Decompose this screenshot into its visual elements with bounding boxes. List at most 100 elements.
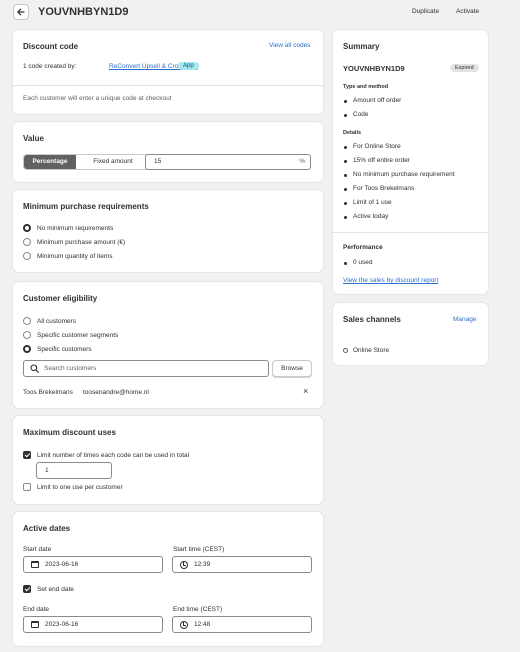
minimum-amount-label: Minimum purchase amount (€)	[37, 239, 126, 246]
performance-heading: Performance	[343, 244, 383, 251]
channel-status-icon	[343, 348, 348, 353]
fixed-amount-option[interactable]: Fixed amount	[76, 155, 150, 169]
sales-channels-card: Sales channels Manage Online Store	[333, 303, 488, 365]
limit-total-checkbox[interactable]	[23, 451, 31, 459]
end-time-value: 12:48	[194, 621, 211, 628]
value-amount-input[interactable]: 15 %	[145, 154, 311, 170]
start-time-input[interactable]: 12:39	[172, 556, 312, 573]
end-date-label: End date	[23, 606, 50, 613]
start-time-value: 12:39	[194, 561, 211, 568]
type-method-heading: Type and method	[343, 84, 389, 90]
bullet	[344, 114, 347, 117]
details-item: For Online Store	[353, 143, 401, 150]
maximum-uses-card: Maximum discount uses Limit number of ti…	[13, 416, 323, 504]
calendar-icon	[31, 561, 39, 568]
discount-code-card: Discount code View all codes 1 code crea…	[13, 30, 323, 114]
details-item: No minimum purchase requirement	[353, 171, 455, 178]
type-item: Code	[353, 111, 369, 118]
customer-eligibility-heading: Customer eligibility	[23, 294, 98, 303]
all-customers-label: All customers	[37, 318, 77, 325]
bullet	[344, 100, 347, 103]
activate-button[interactable]: Activate	[456, 8, 479, 15]
summary-card: Summary YOUVNHBYN1D9 Expired Type and me…	[333, 30, 488, 294]
start-time-label: Start time (CEST)	[173, 546, 225, 553]
active-dates-card: Active dates Start date Start time (CEST…	[13, 512, 323, 646]
no-minimum-radio[interactable]	[23, 224, 31, 232]
end-time-input[interactable]: 12:48	[172, 616, 312, 633]
limit-per-customer-checkbox[interactable]	[23, 483, 31, 491]
end-date-value: 2023-06-16	[45, 621, 79, 628]
arrow-left-icon	[17, 8, 25, 16]
value-card: Value Percentage Fixed amount 15 %	[13, 122, 323, 182]
percentage-option[interactable]: Percentage	[24, 155, 76, 169]
bullet	[344, 262, 347, 265]
limit-total-input[interactable]: 1	[36, 462, 112, 479]
details-heading: Details	[343, 130, 362, 136]
back-button[interactable]	[13, 4, 29, 20]
page-title: YOUVNHBYN1D9	[38, 6, 129, 18]
limit-total-label: Limit number of times each code can be u…	[37, 452, 190, 459]
discount-code-note: Each customer will enter a unique code a…	[23, 95, 172, 102]
search-icon	[30, 364, 39, 373]
bullet	[344, 202, 347, 205]
all-customers-radio[interactable]	[23, 317, 31, 325]
minimum-amount-radio[interactable]	[23, 238, 31, 246]
minimum-quantity-label: Minimum quantity of items	[37, 253, 113, 260]
app-badge: App	[178, 62, 199, 70]
limit-per-customer-label: Limit to one use per customer	[37, 484, 123, 491]
set-end-date-label: Set end date	[37, 586, 74, 593]
value-amount: 15	[154, 158, 162, 165]
specific-customers-radio[interactable]	[23, 345, 31, 353]
end-time-label: End time (CEST)	[173, 606, 223, 613]
details-item: 15% off entire order	[353, 157, 410, 164]
start-date-input[interactable]: 2023-06-16	[23, 556, 163, 573]
bullet	[344, 160, 347, 163]
divider	[13, 85, 323, 86]
details-item: Limit of 1 use	[353, 199, 392, 206]
view-all-codes-link[interactable]: View all codes	[269, 42, 310, 49]
sales-channels-heading: Sales channels	[343, 315, 401, 324]
value-type-segmented: Percentage Fixed amount	[23, 154, 151, 170]
duplicate-button[interactable]: Duplicate	[412, 8, 439, 15]
no-minimum-label: No minimum requirements	[37, 225, 114, 232]
bullet	[344, 188, 347, 191]
customer-segments-radio[interactable]	[23, 331, 31, 339]
specific-customers-label: Specific customers	[37, 346, 92, 353]
details-item: For Toos Brekelmans	[353, 185, 415, 192]
divider	[333, 232, 488, 233]
minimum-requirements-card: Minimum purchase requirements No minimum…	[13, 190, 323, 272]
calendar-icon	[31, 621, 39, 628]
performance-item: 0 used	[353, 259, 373, 266]
set-end-date-checkbox[interactable]	[23, 585, 31, 593]
active-dates-heading: Active dates	[23, 524, 71, 533]
bullet	[344, 146, 347, 149]
browse-button[interactable]: Browse	[272, 360, 312, 377]
selected-customer-email: toosenandre@home.nl	[83, 389, 149, 396]
selected-customer-name: Toos Brekelmans	[23, 389, 73, 396]
sales-report-link[interactable]: View the sales by discount report	[343, 277, 438, 284]
customer-segments-label: Specific customer segments	[37, 332, 119, 339]
summary-code: YOUVNHBYN1D9	[343, 64, 405, 73]
expired-badge: Expired	[450, 64, 479, 72]
clock-icon	[180, 620, 188, 629]
manage-link[interactable]: Manage	[453, 316, 477, 323]
clock-icon	[180, 560, 188, 569]
value-heading: Value	[23, 134, 44, 143]
summary-heading: Summary	[343, 42, 380, 51]
bullet	[344, 216, 347, 219]
end-date-input[interactable]: 2023-06-16	[23, 616, 163, 633]
percent-suffix: %	[299, 158, 305, 165]
type-item: Amount off order	[353, 97, 402, 104]
customer-eligibility-card: Customer eligibility All customers Speci…	[13, 282, 323, 408]
minimum-quantity-radio[interactable]	[23, 252, 31, 260]
discount-code-heading: Discount code	[23, 42, 79, 51]
start-date-label: Start date	[23, 546, 52, 553]
search-customers-input[interactable]: Search customers	[23, 360, 269, 377]
details-item: Active today	[353, 213, 389, 220]
start-date-value: 2023-06-16	[45, 561, 79, 568]
bullet	[344, 174, 347, 177]
channel-name: Online Store	[353, 347, 390, 354]
maximum-uses-heading: Maximum discount uses	[23, 428, 116, 437]
remove-customer-icon[interactable]: ×	[303, 386, 308, 396]
search-placeholder: Search customers	[44, 365, 97, 372]
